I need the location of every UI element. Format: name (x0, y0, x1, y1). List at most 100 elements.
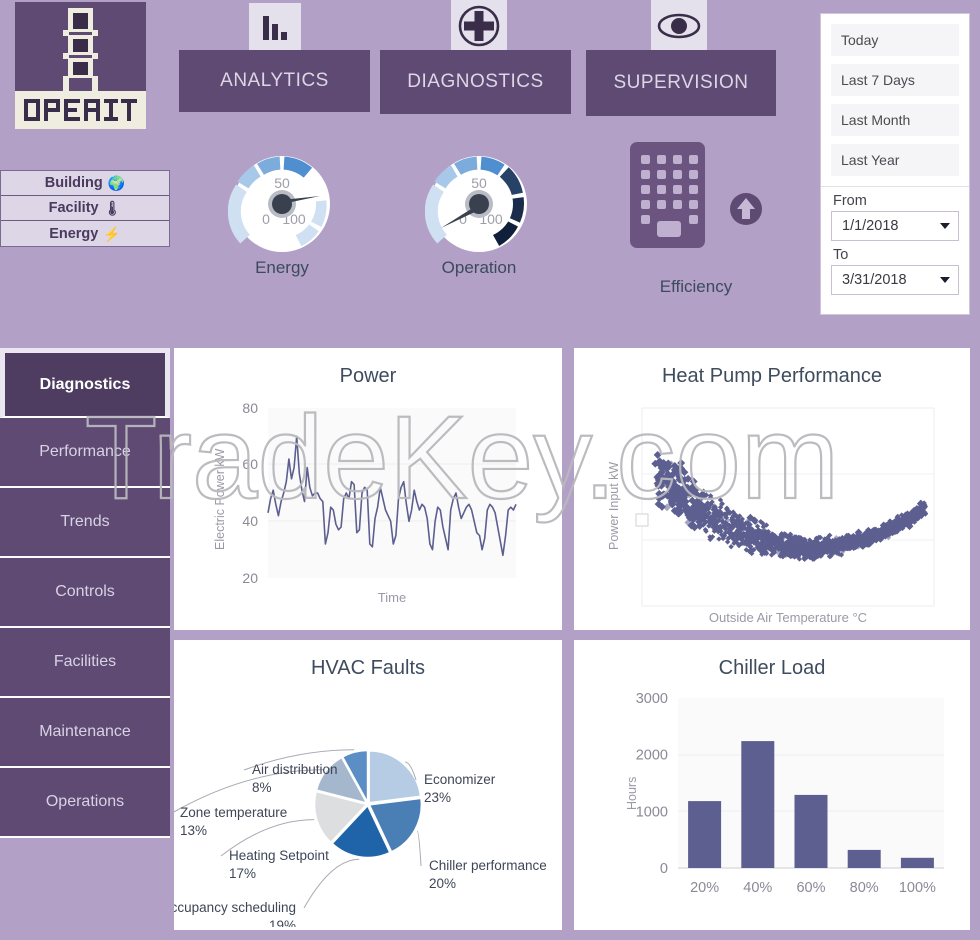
efficiency-label: Efficiency (659, 277, 733, 296)
gauge-energy[interactable]: 50 0 100 Energy (228, 152, 336, 278)
pie-label-3: Heating Setpoint (229, 848, 329, 863)
from-label: From (833, 193, 867, 209)
gauge-energy-mid-tick: 50 (274, 175, 290, 191)
sidebar-item-trends[interactable]: Trends (0, 488, 170, 558)
gauge-operation[interactable]: 50 0 100 Operation (425, 152, 533, 278)
app-logo[interactable] (15, 2, 146, 129)
hvac-faults-pie-chart[interactable]: Economizer 23% Chiller performance 20% Occup… (174, 682, 562, 927)
nav-button-supervision[interactable]: SUPERVISION (586, 50, 776, 116)
pie-label-4: Zone temperature (180, 805, 287, 820)
sidebar-item-operations[interactable]: Operations (0, 768, 170, 838)
chart-title-power: Power (339, 365, 397, 387)
chiller-ytick-1000: 1000 (636, 804, 668, 820)
sidebar-label-controls: Controls (55, 583, 115, 600)
chiller-bar-2 (794, 794, 828, 868)
chiller-ytick-0: 0 (660, 861, 668, 877)
chiller-xtick-3: 80% (850, 880, 879, 896)
pie-value-2: 19% (269, 918, 296, 927)
date-quick-last-7-days[interactable]: Last 7 Days (831, 64, 959, 96)
pie-label-2: Occupancy scheduling (174, 900, 296, 915)
date-quick-today[interactable]: Today (831, 24, 959, 56)
chiller-bar-3 (847, 849, 881, 868)
pie-value-1: 20% (429, 876, 456, 891)
nav-label-supervision: SUPERVISION (613, 72, 749, 93)
building-door (657, 221, 681, 237)
sidebar: Diagnostics Performance Trends Controls … (0, 348, 170, 838)
globe-icon: 🌍 (107, 175, 126, 191)
pie-label-0: Economizer (424, 772, 496, 787)
sidebar-label-trends: Trends (60, 513, 110, 530)
heat-pump-scatter-chart[interactable]: Power Input kW Outside Air Temperature °… (574, 390, 970, 625)
chiller-xtick-1: 40% (743, 880, 772, 896)
scope-item-building[interactable]: Building 🌍 (1, 171, 169, 196)
chiller-ylabel: Hours (625, 777, 639, 810)
nav-label-diagnostics: DIAGNOSTICS (407, 71, 544, 92)
to-date-value: 3/31/2018 (842, 272, 907, 288)
date-quick-last-month[interactable]: Last Month (831, 104, 959, 136)
pie-value-3: 17% (229, 866, 256, 881)
chiller-bar-1 (741, 741, 775, 868)
gauge-operation-dial: 50 0 100 (425, 156, 527, 252)
pie-value-5: 8% (252, 780, 272, 795)
to-label: To (833, 247, 849, 263)
chiller-bar-0 (688, 801, 722, 868)
eye-icon (651, 0, 707, 52)
scope-label-energy: Energy (49, 225, 99, 242)
pie-label-5: Air distribution (252, 762, 338, 777)
power-ytick-60: 60 (242, 456, 258, 472)
gauge-operation-label: Operation (441, 258, 517, 277)
scope-item-energy[interactable]: Energy ⚡ (1, 221, 169, 246)
chart-card-chiller-load: Chiller Load 0 1000 2000 3000 20% 40% 60% 80% 1… (574, 640, 970, 930)
nav-button-diagnostics[interactable]: DIAGNOSTICS (380, 50, 571, 114)
building-icon (630, 142, 705, 248)
plus-circle-icon (451, 0, 507, 52)
chiller-ytick-2000: 2000 (636, 748, 668, 764)
chevron-down-icon (940, 277, 950, 283)
power-xlabel: Time (378, 590, 406, 605)
chart-card-heat-pump: Heat Pump Performance Power Input kW Out… (574, 348, 970, 630)
bar-chart-icon (249, 3, 301, 53)
chiller-ytick-3000: 3000 (636, 691, 668, 707)
logo-wordmark (15, 91, 146, 129)
from-date-value: 1/1/2018 (842, 218, 899, 234)
dashboard-root: ANALYTICS DIAGNOSTICS SUPERVISION Buildi… (0, 0, 980, 940)
power-ylabel: Electric Power kW (213, 448, 227, 550)
chart-card-hvac-faults: HVAC Faults Economizer 23% Chiller perform… (174, 640, 562, 930)
building-tower-logo-icon (63, 8, 98, 94)
gauge-energy-min-tick: 0 (262, 211, 270, 227)
date-quick-last-year[interactable]: Last Year (831, 144, 959, 176)
sidebar-item-controls[interactable]: Controls (0, 558, 170, 628)
chart-title-chiller-load: Chiller Load (718, 657, 826, 679)
sidebar-item-performance[interactable]: Performance (0, 418, 170, 488)
sidebar-label-diagnostics: Diagnostics (39, 375, 131, 393)
divider (821, 186, 969, 187)
scope-item-facility[interactable]: Facility 🌡 (1, 196, 169, 221)
scope-label-building: Building (44, 175, 103, 191)
sidebar-label-performance: Performance (39, 443, 131, 460)
chiller-bar-4 (900, 857, 934, 868)
chart-title-hvac-faults: HVAC Faults (310, 657, 426, 679)
chart-title-heat-pump: Heat Pump Performance (661, 365, 883, 387)
sidebar-label-maintenance: Maintenance (39, 723, 131, 740)
sidebar-item-facilities[interactable]: Facilities (0, 628, 170, 698)
sidebar-label-facilities: Facilities (53, 653, 117, 670)
chiller-xtick-2: 60% (796, 880, 825, 896)
nav-button-analytics[interactable]: ANALYTICS (179, 50, 370, 112)
pie-value-0: 23% (424, 790, 451, 805)
arrow-up-circle-icon (729, 192, 763, 231)
sidebar-item-diagnostics[interactable]: Diagnostics (0, 348, 170, 418)
scope-label-facility: Facility (48, 200, 99, 216)
to-date-select[interactable]: 3/31/2018 (831, 265, 959, 295)
from-date-select[interactable]: 1/1/2018 (831, 211, 959, 241)
power-line-chart[interactable]: 80 60 40 20 Electric Power kW Time (174, 390, 562, 625)
sidebar-item-maintenance[interactable]: Maintenance (0, 698, 170, 768)
pie-value-4: 13% (180, 823, 207, 838)
gauge-operation-mid-tick: 50 (471, 175, 487, 191)
thermometer-icon: 🌡 (103, 200, 122, 216)
chiller-xtick-4: 100% (899, 880, 936, 896)
heat-pump-ylabel: Power Input kW (607, 462, 621, 550)
scope-selector: Building 🌍 Facility 🌡 Energy ⚡ (0, 170, 170, 247)
gauge-energy-dial: 50 0 100 (228, 156, 330, 252)
chiller-load-bar-chart[interactable]: 0 1000 2000 3000 20% 40% 60% 80% 100% Hours (574, 682, 970, 927)
chart-card-power: Power 80 60 40 20 Electric Power kW Time (174, 348, 562, 630)
